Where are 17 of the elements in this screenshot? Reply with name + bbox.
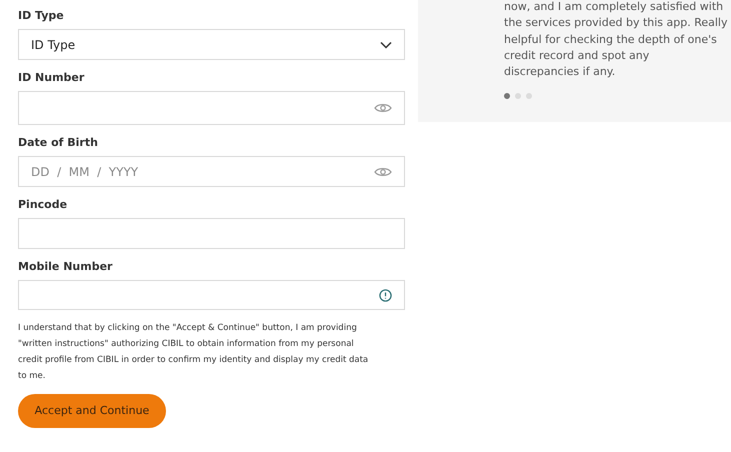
input-field[interactable] xyxy=(18,218,405,249)
input-field[interactable] xyxy=(18,91,405,125)
testimonial-text: now, and I am completely satisfied with the services provided by this app. Really helpful for checking the depth of one's credit record and spot any discrepancies if any. xyxy=(504,0,729,80)
eye-icon[interactable] xyxy=(374,166,392,178)
field-label: Pincode xyxy=(18,198,68,212)
field-label: Date of Birth xyxy=(18,136,99,150)
field-label: Mobile Number xyxy=(18,260,114,274)
input-field[interactable] xyxy=(18,280,405,310)
id-type-select[interactable]: ID Type xyxy=(18,29,405,60)
field-label: ID Type xyxy=(18,9,65,23)
consent-text: I understand that by clicking on the "Accept & Continue" button, I am providing "written instructions" authorizing CIBIL to obtain information from my personal credit profile from CIBIL in order to confirm my identity and display my credit data to me. xyxy=(18,322,370,383)
accept-button[interactable]: Accept and Continue xyxy=(18,394,166,428)
field-label: ID Number xyxy=(18,71,86,85)
eye-icon[interactable] xyxy=(374,102,392,114)
date-field[interactable]: DD / MM / YYYY xyxy=(18,156,405,187)
info-icon xyxy=(379,288,392,302)
chevron-down-icon xyxy=(380,40,392,48)
